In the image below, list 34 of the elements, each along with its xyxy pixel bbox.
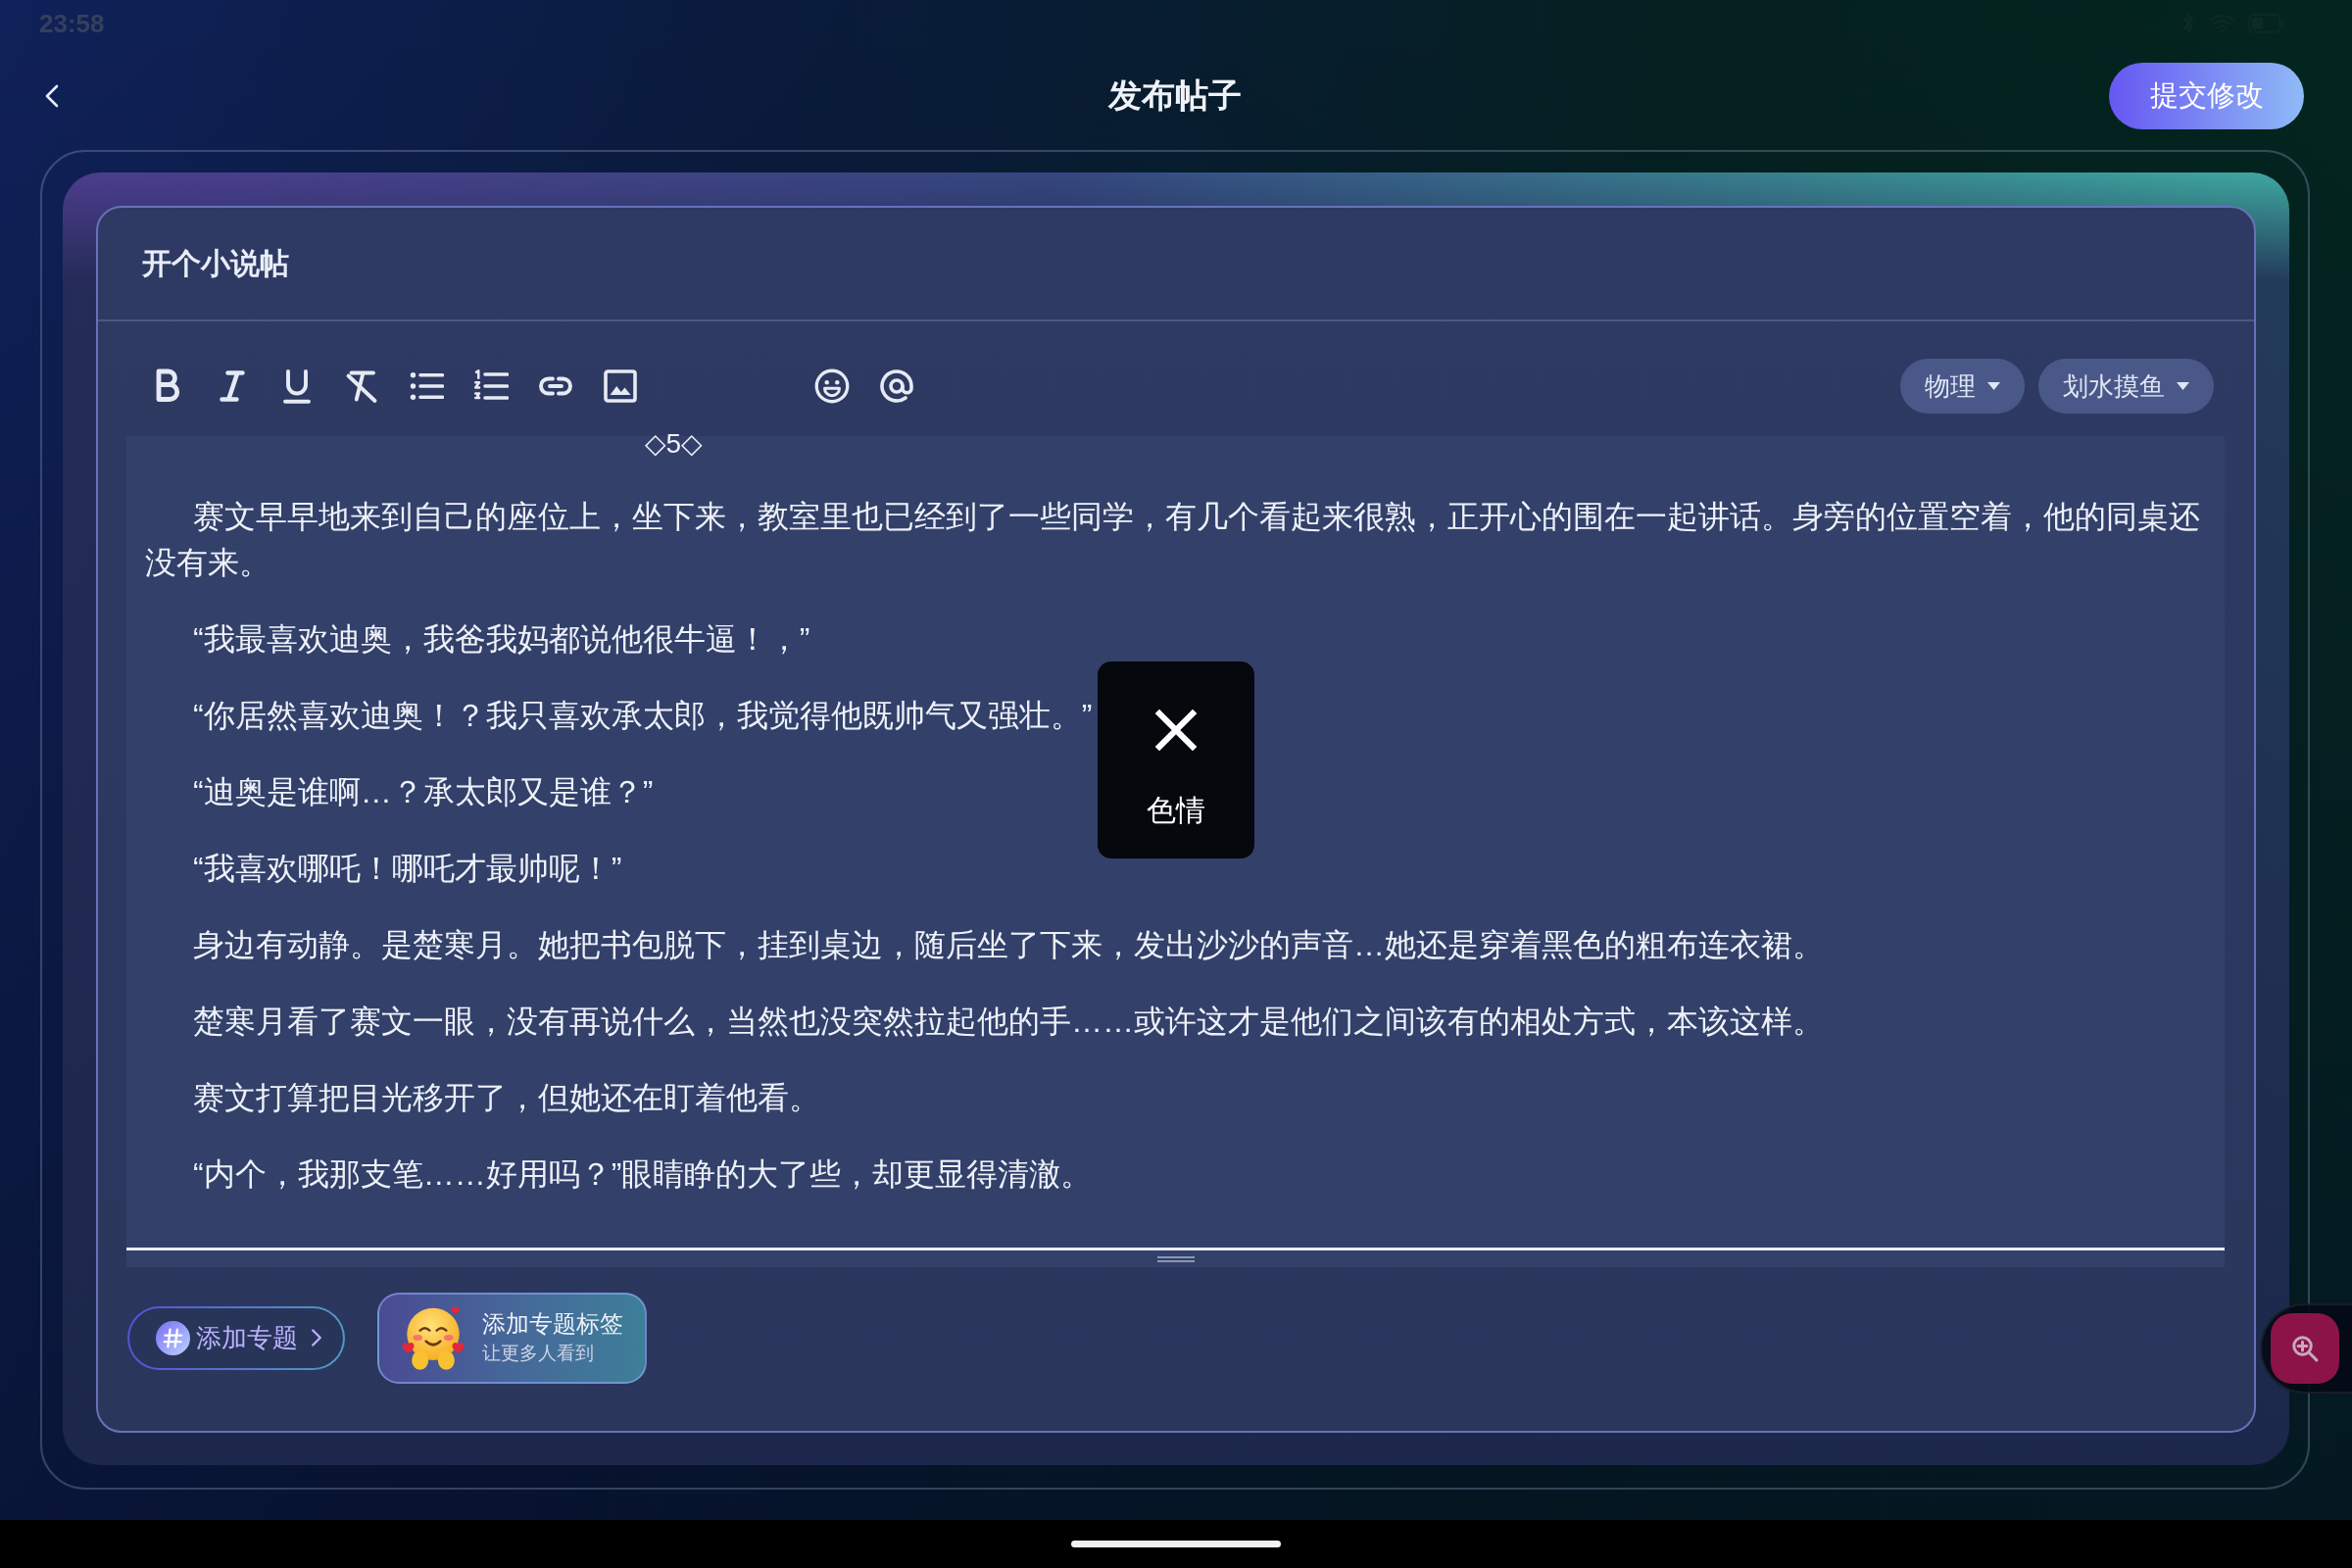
paragraph: 身边有动静。是楚寒月。她把书包脱下，挂到桌边，随后坐了下来，发出沙沙的声音…她还是穿着黑色的粗布连衣裙。 <box>192 926 1824 964</box>
clear-format-icon[interactable] <box>344 368 379 404</box>
chevron-right-icon <box>312 1329 321 1347</box>
hint-title: 添加专题标签 <box>482 1310 623 1338</box>
tag-dropdown[interactable]: 物理 <box>1900 359 2025 414</box>
at-sign-icon[interactable] <box>879 368 914 404</box>
paragraph: “迪奥是谁啊…？承太郎又是谁？” <box>192 773 654 811</box>
emoji-icon[interactable] <box>814 368 850 404</box>
toast-label: 色情 <box>1147 795 1205 826</box>
tag-dropdown[interactable]: 划水摸鱼 <box>2038 359 2214 414</box>
editor-marker: ◇5◇ <box>645 431 703 457</box>
add-topic-button[interactable]: 添加专题 <box>127 1305 345 1370</box>
drag-handle-icon[interactable] <box>1155 1255 1196 1262</box>
paragraph: 赛文打算把目光移开了，但她还在盯着他看。 <box>192 1079 820 1117</box>
paragraph: “我最喜欢迪奥，我爸我妈都说他很牛逼！，” <box>192 620 810 659</box>
zoom-button[interactable] <box>2271 1313 2339 1384</box>
editor-area[interactable] <box>126 436 2225 1267</box>
paragraph: “内个，我那支笔……好用吗？”眼睛睁的大了些，却更显得清澈。 <box>192 1155 1093 1194</box>
page-title: 发布帖子 <box>1107 75 1242 116</box>
zoom-in-icon <box>2290 1334 2320 1363</box>
hugging-emoji-icon <box>400 1305 466 1370</box>
hint-subtitle: 让更多人看到 <box>482 1342 595 1365</box>
hashtag-icon <box>156 1320 190 1355</box>
back-chevron-icon[interactable] <box>45 83 59 109</box>
caret-down-icon <box>2177 382 2189 390</box>
paragraph: “我喜欢哪吒！哪吒才最帅呢！” <box>192 850 622 888</box>
submit-button[interactable]: 提交修改 <box>2109 63 2304 129</box>
paragraph: “你居然喜欢迪奥！？我只喜欢承太郎，我觉得他既帅气又强壮。” <box>192 697 1093 735</box>
image-icon[interactable] <box>603 368 638 404</box>
paragraph: 赛文早早地来到自己的座位上，坐下来，教室里也已经到了一些同学，有几个看起来很熟，正开心的围在一起讲话。身旁的位置空着，他的同桌还没有来。 <box>145 498 2201 582</box>
caret-down-icon <box>1987 382 2000 390</box>
paragraph: 楚寒月看了赛文一眼，没有再说什么，当然也没突然拉起他的手……或许这才是他们之间该有的相处方式，本该这样。 <box>192 1003 1824 1041</box>
post-title-field[interactable]: 开个小说帖 <box>142 243 289 284</box>
cross-icon <box>1153 708 1199 753</box>
